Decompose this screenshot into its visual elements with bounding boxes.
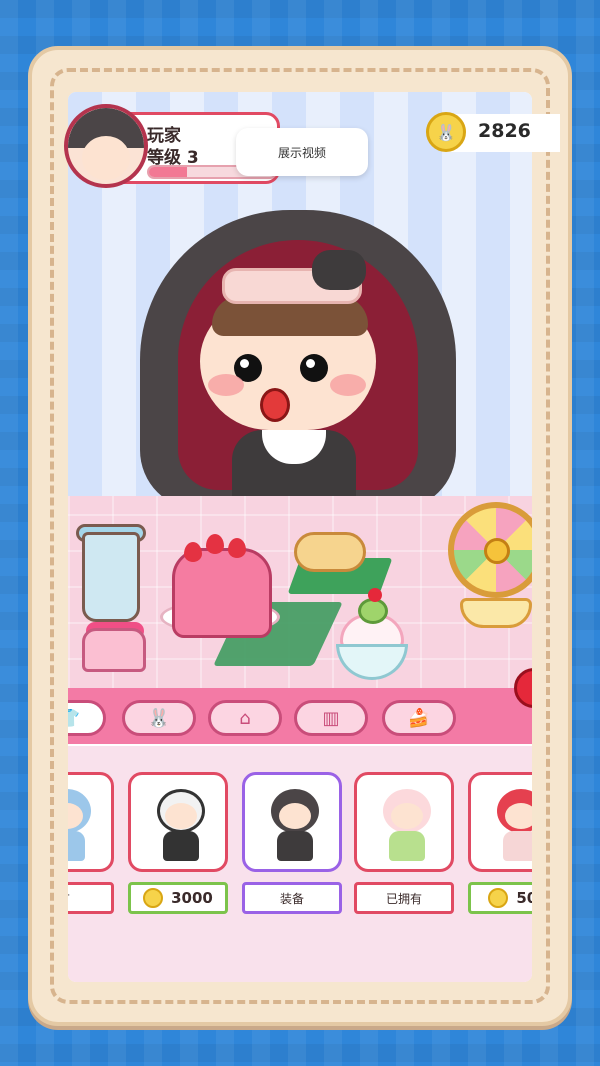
outfit-preview — [68, 789, 95, 861]
tab-outfit[interactable]: 👕 — [68, 700, 106, 736]
bunny-icon: 🐰 — [147, 707, 171, 729]
strawberry-icon — [184, 542, 202, 562]
bunny-coin-icon — [488, 888, 509, 908]
tab-bunny[interactable]: 🐰 — [122, 700, 196, 736]
swiss-roll-cake[interactable] — [294, 532, 366, 572]
item-price: 3000 — [171, 889, 213, 907]
bunny-coin-icon: 🐰 — [426, 112, 466, 152]
strawberry-icon — [228, 538, 246, 558]
mini-strawberry-cake[interactable] — [82, 628, 146, 672]
item-button-label: 已拥有 — [385, 891, 422, 906]
shop-item-card[interactable] — [68, 772, 114, 872]
outfit-preview — [153, 789, 209, 861]
character-left-blush — [208, 374, 244, 396]
item-price: 500 — [516, 889, 532, 907]
tab-table[interactable]: ▥ — [294, 700, 368, 736]
tab-cake[interactable]: 🍰 — [382, 700, 456, 736]
item-button-label: 装备 — [279, 891, 304, 906]
character-right-eye — [300, 354, 328, 382]
character-right-blush — [330, 374, 366, 396]
counter-icon: ⌂ — [239, 707, 251, 729]
outfit-preview — [379, 789, 435, 861]
owned-button[interactable]: 有 — [68, 882, 114, 914]
outfit-preview — [267, 789, 323, 861]
equip-button[interactable]: 装备 — [242, 882, 342, 914]
strawberry-icon — [206, 534, 224, 554]
buy-button[interactable]: 3000 — [128, 882, 228, 914]
cake-icon: 🍰 — [407, 707, 431, 729]
show-video-button[interactable]: 展示视频 — [236, 128, 368, 176]
avatar[interactable] — [64, 104, 148, 188]
show-video-label: 展示视频 — [277, 145, 326, 160]
outfit-preview — [493, 789, 532, 861]
outfit-icon: 👕 — [68, 707, 81, 729]
table-icon: ▥ — [322, 707, 340, 729]
shop-item-card-selected[interactable] — [242, 772, 342, 872]
cherry-icon — [368, 588, 382, 602]
buy-button[interactable]: 500 — [468, 882, 532, 914]
strawberry-jelly-cake[interactable] — [172, 548, 272, 638]
item-button-label: 有 — [68, 890, 70, 907]
coin-amount: 2826 — [478, 120, 531, 142]
shop-item-card[interactable] — [128, 772, 228, 872]
bunny-coin-icon — [143, 888, 164, 908]
shop-item-card[interactable] — [468, 772, 532, 872]
lucky-wheel-base — [460, 598, 532, 628]
star-icon — [484, 538, 510, 564]
tab-counter[interactable]: ⌂ — [208, 700, 282, 736]
character-bow — [312, 250, 366, 290]
shop-item-card[interactable] — [354, 772, 454, 872]
owned-button[interactable]: 已拥有 — [354, 882, 454, 914]
game-screen: 👕 🐰 ⌂ ▥ 🍰 有 3000 — [68, 92, 532, 982]
character-mouth — [260, 388, 290, 422]
boba-tea[interactable] — [82, 532, 140, 622]
xp-progress-fill — [149, 167, 187, 177]
